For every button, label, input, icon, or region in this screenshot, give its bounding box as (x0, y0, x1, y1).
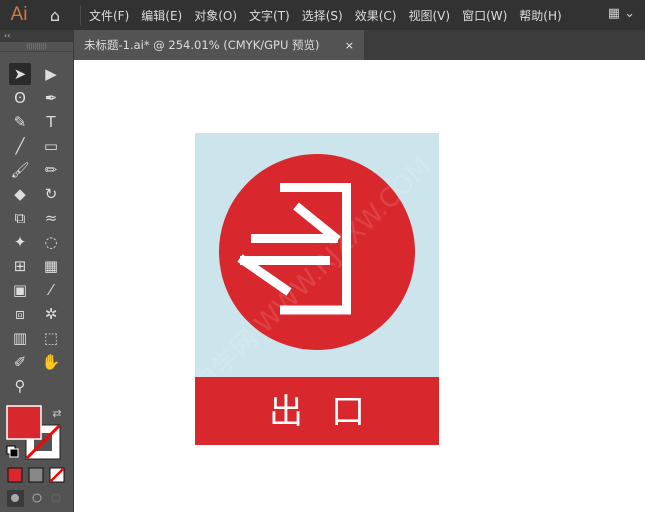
label-char-1: 出 (269, 392, 303, 432)
gradient-mode-button[interactable] (28, 467, 44, 483)
draw-inside-button[interactable] (51, 493, 61, 503)
label-char-2: 口 (331, 392, 365, 432)
artwork: 软件自学网 WWW.RJZXW.COM 出 口 ⇄ (6, 133, 439, 507)
color-mode-button[interactable] (7, 467, 23, 483)
fill-swatch[interactable] (6, 405, 42, 440)
swap-colors-icon[interactable]: ⇄ (52, 407, 61, 420)
draw-behind-button[interactable] (32, 493, 42, 503)
label-band (195, 377, 439, 445)
